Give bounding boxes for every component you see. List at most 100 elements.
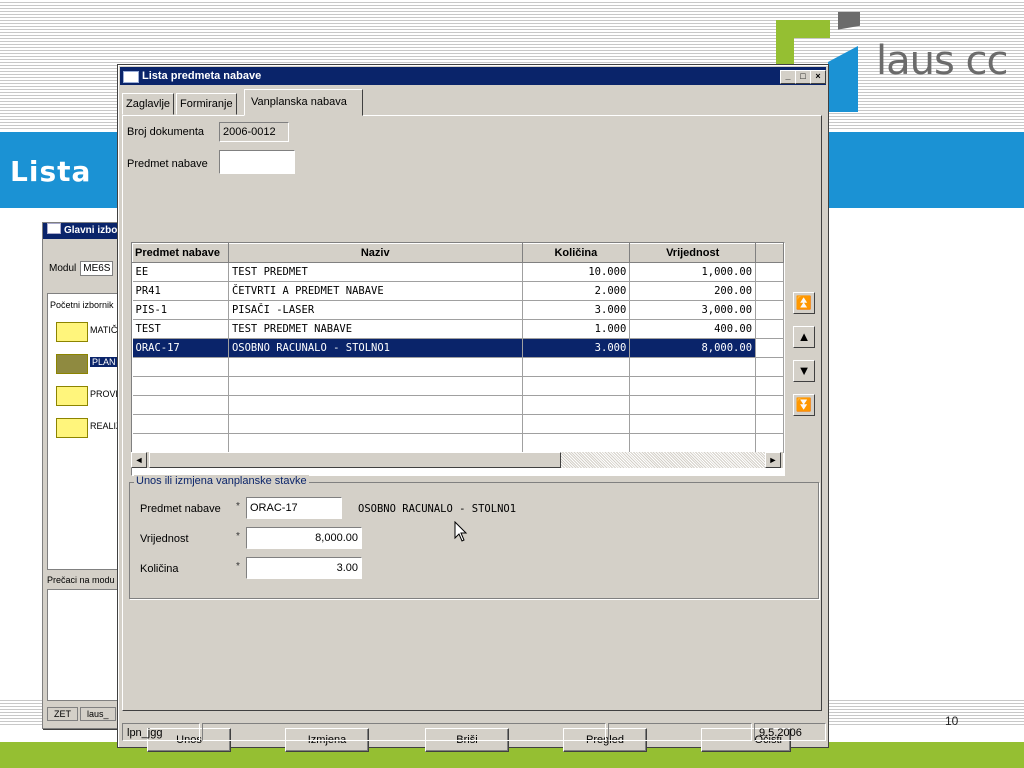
items-grid[interactable]: Predmet nabave Naziv Količina Vrijednost… xyxy=(131,242,785,476)
table-row[interactable]: PR41 ČETVRTI A PREDMET NABAVE 2.000 200.… xyxy=(132,281,784,301)
tab-vanplanska-nabava[interactable]: Vanplanska nabava xyxy=(244,89,363,116)
column-header-empty xyxy=(755,243,784,263)
scroll-left-button[interactable]: ◄ xyxy=(131,452,147,468)
cell-kolicina[interactable]: 10.000 xyxy=(522,262,631,282)
cell-naziv[interactable]: TEST PREDMET NABAVE xyxy=(228,319,523,339)
background-bottom-tabs: ZET laus_ xyxy=(47,707,118,721)
cell-blank[interactable] xyxy=(132,357,229,377)
empty-row[interactable] xyxy=(132,433,784,453)
cell-empty xyxy=(755,414,784,434)
cell-blank[interactable] xyxy=(228,357,523,377)
table-row[interactable]: TEST TEST PREDMET NABAVE 1.000 400.00 xyxy=(132,319,784,339)
scrollbar-thumb[interactable] xyxy=(149,452,561,468)
column-header-vrijednost[interactable]: Vrijednost xyxy=(629,243,757,263)
maximize-button[interactable]: □ xyxy=(795,70,811,84)
cell-naziv[interactable]: TEST PREDMET xyxy=(228,262,523,282)
cell-kolicina[interactable]: 3.000 xyxy=(522,338,631,358)
cell-blank[interactable] xyxy=(629,357,757,377)
next-record-button[interactable]: ▼ xyxy=(793,360,815,382)
window-titlebar[interactable]: Lista predmeta nabave _ □ × xyxy=(120,67,826,85)
entry-group: Unos ili izmjena vanplanske stavke Predm… xyxy=(129,475,819,599)
cell-blank[interactable] xyxy=(228,414,523,434)
cell-kolicina[interactable]: 1.000 xyxy=(522,319,631,339)
empty-row[interactable] xyxy=(132,414,784,434)
cell-vrijednost[interactable]: 3,000.00 xyxy=(629,300,757,320)
lista-predmeta-window[interactable]: Lista predmeta nabave _ □ × Zaglavlje Fo… xyxy=(117,64,829,752)
empty-row[interactable] xyxy=(132,357,784,377)
cell-vrijednost[interactable]: 400.00 xyxy=(629,319,757,339)
cell-blank[interactable] xyxy=(522,414,631,434)
column-header-predmet[interactable]: Predmet nabave xyxy=(132,243,229,263)
cell-naziv[interactable]: PISAČI -LASER xyxy=(228,300,523,320)
page-number: 10 xyxy=(945,714,959,728)
cell-vrijednost[interactable]: 200.00 xyxy=(629,281,757,301)
modul-field[interactable]: ME6S xyxy=(80,261,114,276)
cell-predmet[interactable]: EE xyxy=(132,262,229,282)
cell-blank[interactable] xyxy=(132,395,229,415)
cell-blank[interactable] xyxy=(228,376,523,396)
cell-blank[interactable] xyxy=(522,395,631,415)
table-row[interactable]: PIS-1 PISAČI -LASER 3.000 3,000.00 xyxy=(132,300,784,320)
cell-blank[interactable] xyxy=(132,376,229,396)
table-row[interactable]: EE TEST PREDMET 10.000 1,000.00 xyxy=(132,262,784,282)
first-record-button[interactable]: ⏫ xyxy=(793,292,815,314)
minimize-button[interactable]: _ xyxy=(780,70,796,84)
kolicina-input[interactable] xyxy=(246,557,362,579)
cell-empty xyxy=(755,262,784,282)
folder-icon xyxy=(56,354,88,374)
predmet-nabave-filter-input[interactable] xyxy=(219,150,295,174)
cell-empty xyxy=(755,338,784,358)
cell-naziv[interactable]: OSOBNO RACUNALO - STOLNO1 xyxy=(228,338,523,358)
cell-naziv[interactable]: ČETVRTI A PREDMET NABAVE xyxy=(228,281,523,301)
previous-record-button[interactable]: ▲ xyxy=(793,326,815,348)
predmet-nabave-filter-label: Predmet nabave xyxy=(127,158,208,170)
bottom-tab[interactable]: ZET xyxy=(47,707,78,721)
cell-blank[interactable] xyxy=(629,414,757,434)
predmet-nabave-input[interactable] xyxy=(246,497,342,519)
required-mark: * xyxy=(236,501,240,512)
last-record-button[interactable]: ⏬ xyxy=(793,394,815,416)
column-header-kolicina[interactable]: Količina xyxy=(521,243,631,263)
horizontal-scrollbar[interactable]: ◄ ► xyxy=(131,452,783,468)
cell-vrijednost[interactable]: 1,000.00 xyxy=(629,262,757,282)
cell-empty xyxy=(755,300,784,320)
cell-empty xyxy=(755,376,784,396)
cell-blank[interactable] xyxy=(132,414,229,434)
status-user: lpn_jgg xyxy=(122,723,200,741)
modul-label: Modul xyxy=(49,263,77,274)
empty-row[interactable] xyxy=(132,395,784,415)
tab-formiranje[interactable]: Formiranje xyxy=(176,93,237,115)
cell-blank[interactable] xyxy=(228,395,523,415)
cell-blank[interactable] xyxy=(629,376,757,396)
cell-predmet[interactable]: TEST xyxy=(132,319,229,339)
cell-empty xyxy=(755,357,784,377)
cell-vrijednost[interactable]: 8,000.00 xyxy=(629,338,757,358)
table-row-selected[interactable]: ORAC-17 OSOBNO RACUNALO - STOLNO1 3.000 … xyxy=(132,338,784,358)
shortcuts-label: Prečaci na modu xyxy=(47,575,115,585)
cell-blank[interactable] xyxy=(522,433,631,453)
cell-blank[interactable] xyxy=(629,395,757,415)
vrijednost-input[interactable] xyxy=(246,527,362,549)
cell-predmet[interactable]: PR41 xyxy=(132,281,229,301)
tab-zaglavlje[interactable]: Zaglavlje xyxy=(122,93,175,115)
required-mark: * xyxy=(236,531,240,542)
close-button[interactable]: × xyxy=(810,70,826,84)
cell-predmet[interactable]: PIS-1 xyxy=(132,300,229,320)
scrollbar-track[interactable] xyxy=(561,452,765,468)
empty-row[interactable] xyxy=(132,376,784,396)
column-header-naziv[interactable]: Naziv xyxy=(227,243,523,263)
status-extra xyxy=(608,723,752,741)
cell-blank[interactable] xyxy=(629,433,757,453)
cell-empty xyxy=(755,395,784,415)
bottom-tab[interactable]: laus_ xyxy=(80,707,116,721)
entry-group-title: Unos ili izmjena vanplanske stavke xyxy=(134,475,309,487)
cell-blank[interactable] xyxy=(522,376,631,396)
cell-blank[interactable] xyxy=(228,433,523,453)
cell-kolicina[interactable]: 3.000 xyxy=(522,300,631,320)
cell-blank[interactable] xyxy=(522,357,631,377)
predmet-nabave-label: Predmet nabave xyxy=(140,503,221,515)
cell-kolicina[interactable]: 2.000 xyxy=(522,281,631,301)
cell-blank[interactable] xyxy=(132,433,229,453)
scroll-right-button[interactable]: ► xyxy=(765,452,781,468)
cell-predmet[interactable]: ORAC-17 xyxy=(132,338,229,358)
